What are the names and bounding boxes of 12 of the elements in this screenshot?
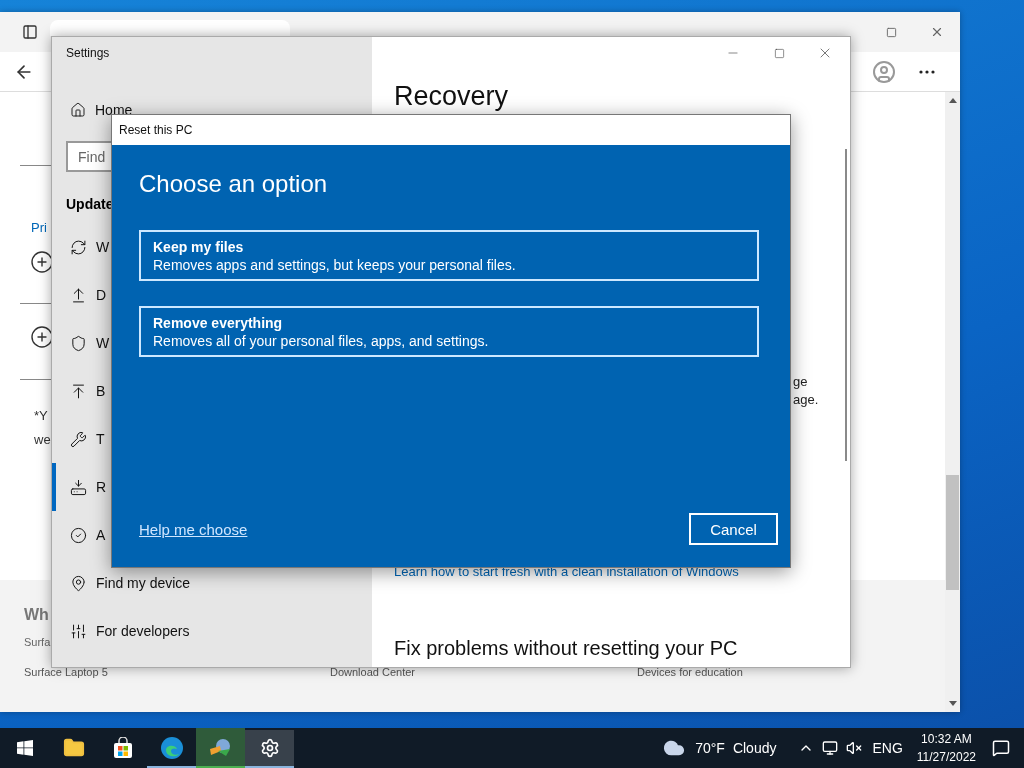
- section-title: Update: [66, 196, 114, 212]
- window-title: Settings: [66, 46, 110, 60]
- footer-text: Surfa: [24, 636, 51, 648]
- page-title: Recovery: [394, 81, 509, 112]
- note-text: we: [34, 432, 51, 447]
- dialog-heading: Choose an option: [139, 169, 328, 199]
- note-text: *Y: [34, 408, 48, 423]
- footer-heading: Wh: [24, 606, 49, 624]
- text-fragment: ge: [793, 374, 808, 389]
- section-heading: Fix problems without resetting your PC: [394, 636, 738, 661]
- dialog-title: Reset this PC: [119, 123, 193, 137]
- text-fragment: age.: [793, 392, 819, 407]
